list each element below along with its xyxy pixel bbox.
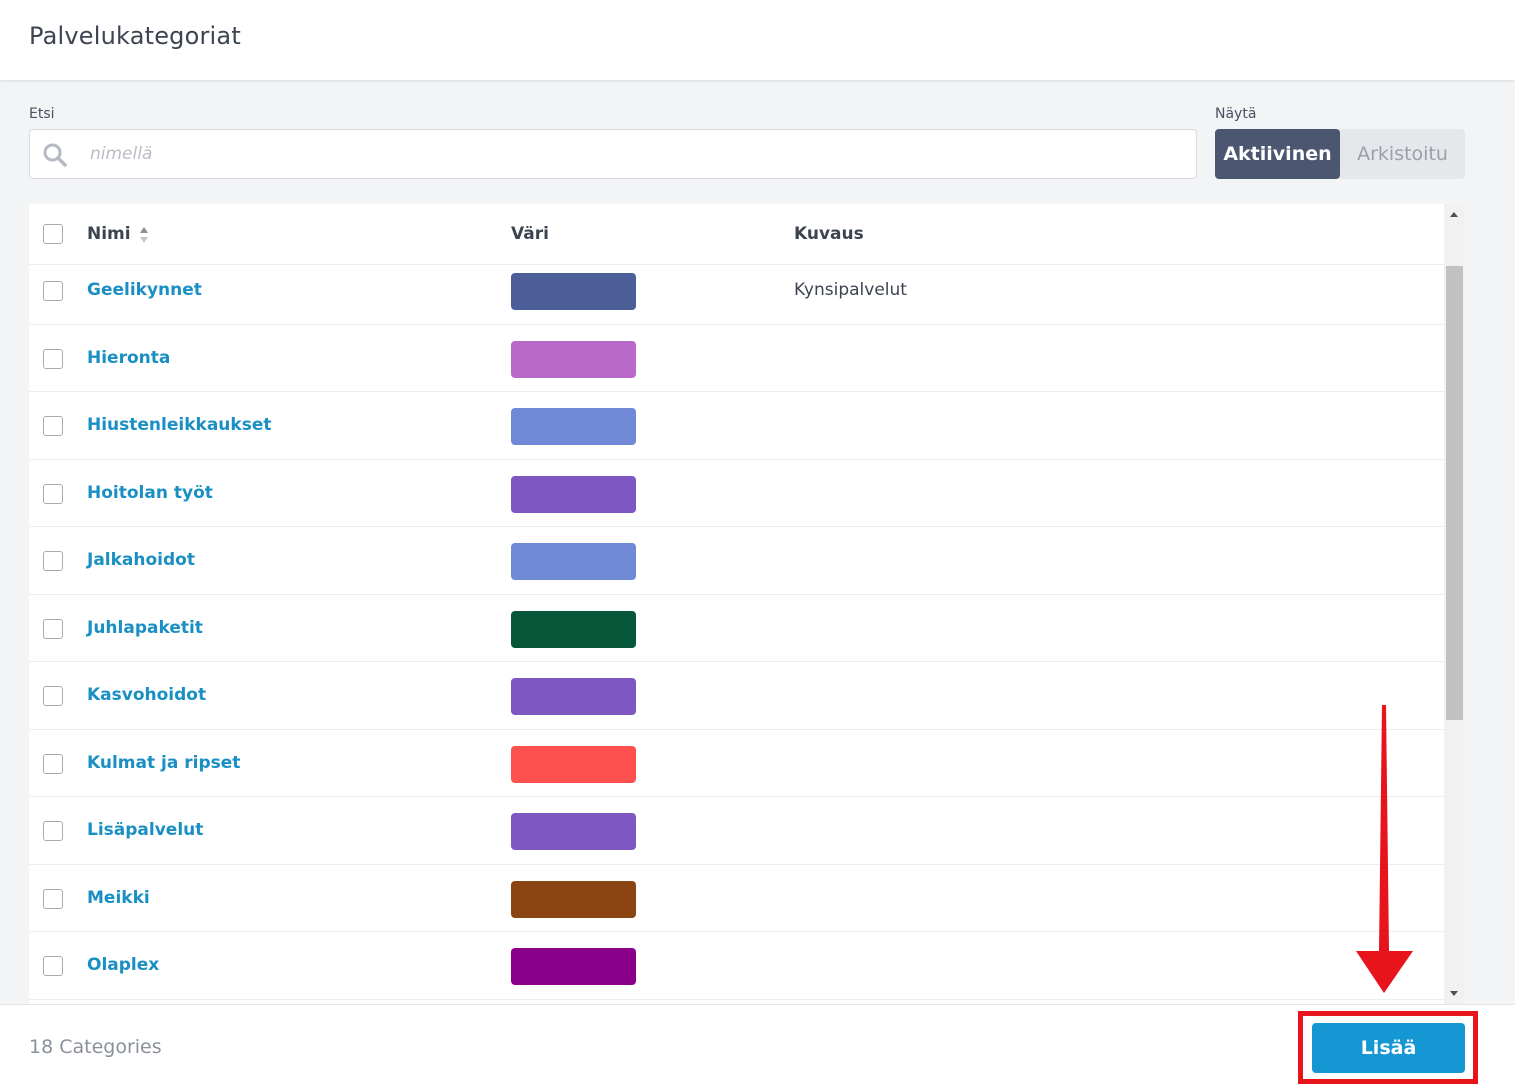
color-swatch: [511, 543, 636, 580]
table-row: Kasvohoidot: [29, 662, 1444, 730]
color-swatch: [511, 813, 636, 850]
annotation-arrow-icon: [1356, 705, 1413, 993]
column-header-description: Kuvaus: [794, 224, 864, 244]
row-checkbox[interactable]: [43, 484, 63, 504]
category-name-link[interactable]: Meikki: [87, 888, 150, 908]
table-row: Hieronta: [29, 325, 1444, 392]
table-row: Hiustenleikkaukset: [29, 392, 1444, 460]
category-name-link[interactable]: Juhlapaketit: [87, 618, 203, 638]
scroll-down-icon[interactable]: [1450, 991, 1458, 996]
search-input[interactable]: [90, 138, 1180, 170]
row-checkbox[interactable]: [43, 956, 63, 976]
table-header: Nimi Väri Kuvaus: [29, 204, 1444, 265]
filter-label: Näytä: [1215, 106, 1257, 122]
page-header: Palvelukategoriat: [0, 0, 1515, 81]
row-checkbox[interactable]: [43, 416, 63, 436]
toggle-active[interactable]: Aktiivinen: [1215, 129, 1340, 179]
table-scrollbar[interactable]: [1444, 204, 1464, 1004]
category-name-link[interactable]: Jalkahoidot: [87, 550, 195, 570]
color-swatch: [511, 746, 636, 783]
color-swatch: [511, 408, 636, 445]
category-count: 18 Categories: [29, 1036, 162, 1058]
category-name-link[interactable]: Hiustenleikkaukset: [87, 415, 272, 435]
search-field[interactable]: [29, 129, 1197, 179]
categories-table: Nimi Väri Kuvaus Geelikynnet Kynsipalvelu…: [29, 204, 1444, 1004]
color-swatch: [511, 476, 636, 513]
column-header-name[interactable]: Nimi: [87, 224, 131, 244]
color-swatch: [511, 881, 636, 918]
row-checkbox[interactable]: [43, 821, 63, 841]
color-swatch: [511, 273, 636, 310]
color-swatch: [511, 948, 636, 985]
category-name-link[interactable]: Kulmat ja ripset: [87, 753, 240, 773]
row-checkbox[interactable]: [43, 686, 63, 706]
table-row: Lisäpalvelut: [29, 797, 1444, 865]
page-footer: 18 Categories Lisää: [0, 1004, 1515, 1089]
table-row: Kulmat ja ripset: [29, 730, 1444, 797]
row-checkbox[interactable]: [43, 281, 63, 301]
row-checkbox[interactable]: [43, 889, 63, 909]
select-all-checkbox[interactable]: [43, 224, 63, 244]
category-name-link[interactable]: Hoitolan työt: [87, 483, 213, 503]
scroll-up-icon[interactable]: [1450, 212, 1458, 217]
table-row: Olaplex: [29, 932, 1444, 1000]
row-checkbox[interactable]: [43, 754, 63, 774]
toggle-archived[interactable]: Arkistoitu: [1340, 129, 1465, 179]
category-name-link[interactable]: Olaplex: [87, 955, 159, 975]
search-icon: [43, 143, 67, 167]
category-name-link[interactable]: Geelikynnet: [87, 280, 202, 300]
annotation-highlight-box: [1298, 1011, 1478, 1084]
category-name-link[interactable]: Lisäpalvelut: [87, 820, 203, 840]
table-row: Hoitolan työt: [29, 460, 1444, 527]
column-header-color: Väri: [511, 224, 549, 244]
color-swatch: [511, 341, 636, 378]
row-checkbox[interactable]: [43, 619, 63, 639]
scrollbar-thumb[interactable]: [1446, 266, 1463, 720]
search-label: Etsi: [29, 106, 55, 122]
color-swatch: [511, 678, 636, 715]
category-name-link[interactable]: Hieronta: [87, 348, 170, 368]
category-name-link[interactable]: Kasvohoidot: [87, 685, 206, 705]
table-row: Jalkahoidot: [29, 527, 1444, 595]
row-checkbox[interactable]: [43, 551, 63, 571]
page-title: Palvelukategoriat: [29, 22, 241, 50]
table-row: Geelikynnet Kynsipalvelut: [29, 265, 1444, 325]
table-row: Juhlapaketit: [29, 595, 1444, 662]
status-toggle: Aktiivinen Arkistoitu: [1215, 129, 1465, 179]
category-description: Kynsipalvelut: [794, 280, 907, 300]
table-row: Meikki: [29, 865, 1444, 932]
color-swatch: [511, 611, 636, 648]
sort-icon[interactable]: [139, 226, 149, 244]
row-checkbox[interactable]: [43, 349, 63, 369]
